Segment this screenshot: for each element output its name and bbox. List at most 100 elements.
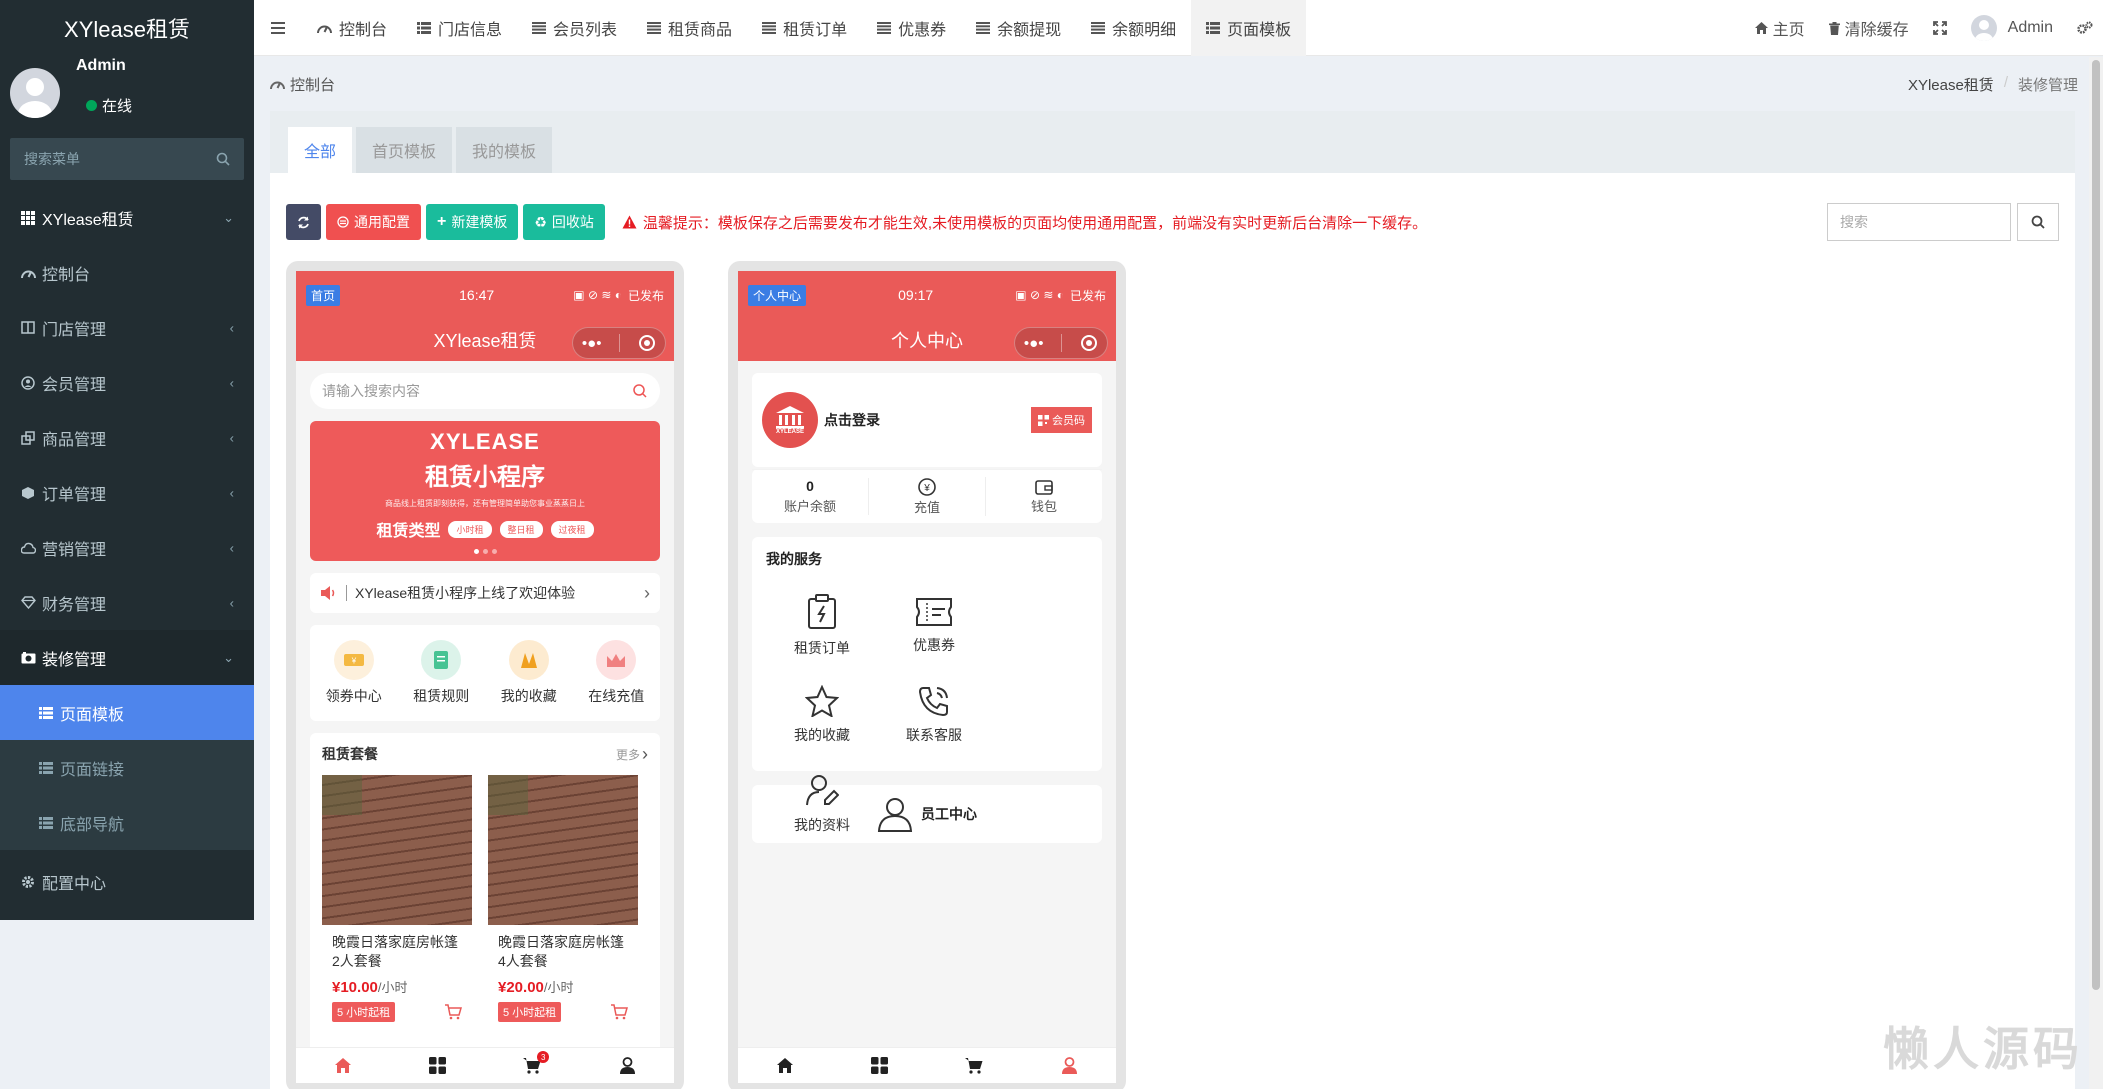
user-menu[interactable]: Admin: [1959, 0, 2065, 56]
close-target-icon: [1081, 335, 1098, 351]
sidebar-item-decoration[interactable]: 装修管理 ⌄: [0, 630, 254, 685]
service-rental-orders[interactable]: 租赁订单: [766, 581, 878, 670]
service-contact[interactable]: 联系客服: [878, 670, 990, 759]
sidebar-item-label: 配置中心: [42, 875, 107, 893]
user-icon[interactable]: [1061, 1057, 1078, 1074]
cart-icon[interactable]: [444, 1004, 462, 1020]
tab-page-template[interactable]: 页面模板: [1191, 0, 1307, 56]
menu-toggle-icon[interactable]: [254, 0, 302, 56]
tab-label: 会员列表: [553, 21, 618, 39]
sidebar-item-finance[interactable]: 财务管理 ‹: [0, 575, 254, 630]
product-card[interactable]: 晚霞日落家庭房帐篷2人套餐 ¥10.00/小时 5 小时起租: [322, 775, 472, 1022]
list-icon: [38, 815, 54, 831]
wallet-stat[interactable]: 钱包: [986, 478, 1102, 515]
staff-label: 员工中心: [921, 806, 977, 822]
more-link[interactable]: 更多 ›: [616, 744, 648, 765]
member-code-button[interactable]: 会员码: [1031, 407, 1092, 433]
refresh-button[interactable]: [286, 204, 321, 240]
sidebar-item-products[interactable]: 商品管理 ‹: [0, 410, 254, 465]
quick-coupon-center[interactable]: ¥ 领券中心: [326, 640, 382, 706]
sidebar-item-members[interactable]: 会员管理 ‹: [0, 355, 254, 410]
tab-store-info[interactable]: 门店信息: [402, 0, 517, 56]
banner[interactable]: XYLEASE 租赁小程序 商品线上租赁即刻获得，还有管理简单助您事业蒸蒸日上 …: [310, 421, 660, 561]
balance-stat[interactable]: 0 账户余额: [752, 478, 869, 515]
quick-favorites[interactable]: 我的收藏: [501, 640, 557, 706]
cube-icon: [20, 485, 36, 501]
home-icon[interactable]: [334, 1057, 352, 1074]
category-grid-icon[interactable]: [428, 1057, 446, 1074]
page-scrollbar-thumb[interactable]: [2092, 60, 2100, 990]
sidebar-item-label: 营销管理: [42, 541, 107, 559]
quick-label: 租赁规则: [413, 688, 470, 704]
template-card-home[interactable]: 首页 16:47 ▣ ⊘ ≋ ◐ 已发布 XYlease租赁 •●• 请输入搜索内…: [286, 261, 684, 1089]
tab-home-template[interactable]: 首页模板: [356, 127, 453, 173]
search-button[interactable]: [2017, 203, 2059, 241]
sidebar-item-stores[interactable]: 门店管理 ‹: [0, 300, 254, 355]
service-coupons[interactable]: 优惠券: [878, 581, 990, 670]
quick-recharge[interactable]: 在线充值: [588, 640, 644, 706]
speaker-icon: [321, 586, 335, 600]
sidebar-item-page-template[interactable]: 页面模板: [0, 685, 254, 740]
user-name: Admin: [76, 57, 126, 74]
clear-cache-label: 清除缓存: [1844, 22, 1909, 39]
list-icon: [38, 760, 54, 776]
warning-icon: [622, 215, 637, 229]
phone-search-input[interactable]: 请输入搜索内容: [310, 373, 660, 409]
list-icon: [1206, 21, 1221, 34]
sidebar-item-marketing[interactable]: 营销管理 ‹: [0, 520, 254, 575]
product-title: 晚霞日落家庭房帐篷4人套餐: [498, 934, 624, 969]
sidebar-item-page-link[interactable]: 页面链接: [0, 740, 254, 795]
tab-dashboard[interactable]: 控制台: [302, 0, 402, 56]
sidebar-item-label: 底部导航: [60, 816, 125, 834]
new-template-button[interactable]: + 新建模板: [426, 204, 519, 240]
tab-member-list[interactable]: 会员列表: [517, 0, 632, 56]
service-favorites[interactable]: 我的收藏: [766, 670, 878, 759]
tab-my-template[interactable]: 我的模板: [456, 127, 553, 173]
tab-balance-detail[interactable]: 余额明细: [1076, 0, 1191, 56]
grid-icon: [20, 210, 36, 226]
product-card[interactable]: 晚霞日落家庭房帐篷4人套餐 ¥20.00/小时 5 小时起租: [488, 775, 638, 1022]
tab-withdrawal[interactable]: 余额提现: [961, 0, 1076, 56]
home-link[interactable]: 主页: [1743, 0, 1817, 56]
tab-coupons[interactable]: 优惠券: [862, 0, 961, 56]
clear-cache-button[interactable]: 清除缓存: [1817, 0, 1921, 56]
refresh-icon: [298, 216, 309, 228]
template-search-input[interactable]: 搜索: [1827, 203, 2011, 241]
home-icon[interactable]: [776, 1057, 794, 1074]
search-icon[interactable]: [216, 152, 230, 166]
cart-tab[interactable]: 3: [522, 1051, 550, 1074]
sidebar-item-orders[interactable]: 订单管理 ‹: [0, 465, 254, 520]
sidebar-item-xylease[interactable]: XYlease租赁 ⌄: [0, 190, 254, 245]
quick-label: 我的收藏: [500, 688, 557, 704]
sidebar-item-config[interactable]: 配置中心: [0, 850, 254, 913]
template-card-user-center[interactable]: 个人中心 09:17 ▣ ⊘ ≋ ◐ 已发布 个人中心 •●• XYLEASE 点…: [728, 261, 1126, 1089]
sidebar-item-dashboard[interactable]: 控制台: [0, 245, 254, 300]
settings-gears-icon[interactable]: [2065, 0, 2103, 56]
tab-label: 优惠券: [898, 21, 947, 39]
user-icon[interactable]: [619, 1057, 636, 1074]
general-config-button[interactable]: 通用配置: [326, 204, 421, 240]
tab-rental-orders[interactable]: 租赁订单: [747, 0, 862, 56]
quick-rules[interactable]: 租赁规则: [413, 640, 469, 706]
phone-header: 首页 16:47 ▣ ⊘ ≋ ◐ 已发布 XYlease租赁 •●•: [296, 271, 674, 361]
tab-all[interactable]: 全部: [288, 127, 353, 173]
notice-bar[interactable]: XYlease租赁小程序上线了欢迎体验 ›: [310, 573, 660, 613]
brand-logo[interactable]: XYlease租赁: [0, 0, 254, 56]
recharge-stat[interactable]: ¥ 充值: [869, 477, 986, 516]
sidebar-item-bottom-nav[interactable]: 底部导航: [0, 795, 254, 850]
sidebar-item-label: 订单管理: [42, 486, 107, 504]
tab-rental-products[interactable]: 租赁商品: [632, 0, 747, 56]
service-profile[interactable]: 我的资料: [766, 759, 878, 848]
cart-icon[interactable]: [610, 1004, 628, 1020]
breadcrumb-root-link[interactable]: XYlease租赁: [1908, 74, 1994, 95]
wallet-label: 钱包: [1030, 499, 1057, 514]
cart-icon[interactable]: [964, 1057, 984, 1074]
recycle-bin-button[interactable]: ♻ 回收站: [523, 204, 605, 240]
sidebar-search-input[interactable]: 搜索菜单: [10, 138, 244, 180]
login-link[interactable]: 点击登录: [824, 410, 880, 430]
qrcode-icon: [1038, 414, 1049, 426]
fullscreen-icon[interactable]: [1921, 0, 1959, 56]
category-grid-icon[interactable]: [870, 1057, 888, 1074]
user-circle-icon: [20, 375, 36, 391]
new-template-label: 新建模板: [451, 214, 508, 230]
